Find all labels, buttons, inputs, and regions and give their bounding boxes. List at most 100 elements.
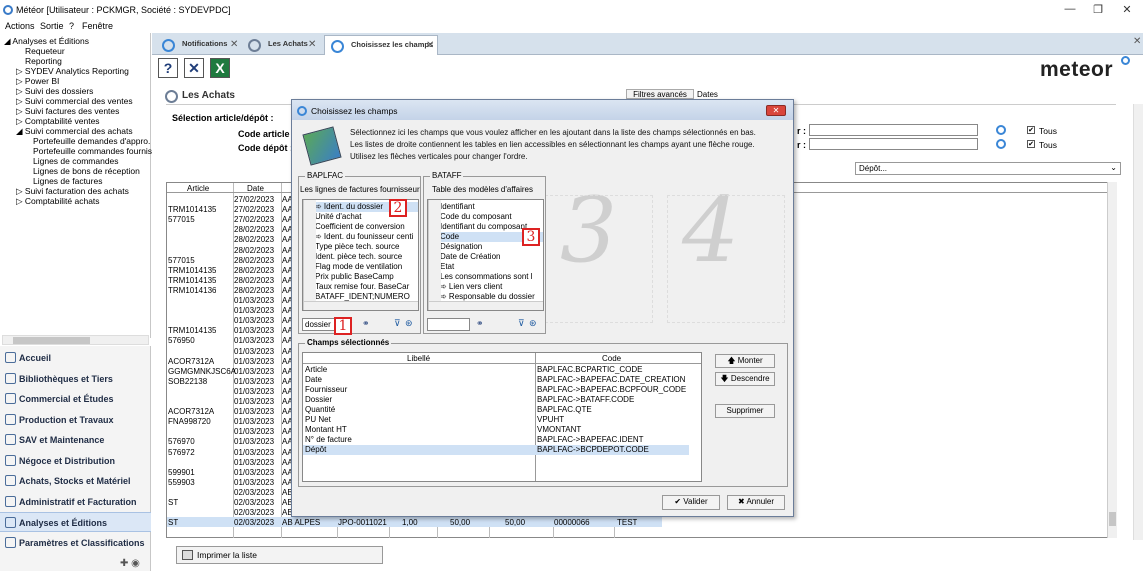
tree-item[interactable]: ▷ Comptabilité ventes bbox=[16, 116, 100, 126]
field-item[interactable]: Prix public BaseCamp bbox=[303, 272, 418, 282]
nav-item[interactable]: Achats, Stocks et Matériel bbox=[0, 471, 151, 491]
nav-item[interactable]: Analyses et Éditions bbox=[0, 512, 151, 532]
tree-item[interactable]: Portefeuille demandes d'appro. bbox=[33, 136, 150, 146]
field-item[interactable]: Code du composant bbox=[428, 212, 543, 222]
nav-item[interactable]: Paramètres et Classifications bbox=[0, 533, 151, 553]
field-item[interactable]: Identifiant bbox=[428, 202, 543, 212]
menu-sortie[interactable]: Sortie bbox=[40, 21, 64, 31]
tree-item[interactable]: Portefeuille commandes fourniss bbox=[33, 146, 156, 156]
nav-item[interactable]: Accueil bbox=[0, 348, 151, 368]
tab-les-achats[interactable]: Les Achats ✕ bbox=[242, 35, 322, 55]
validate-button[interactable]: ✔ Valider bbox=[662, 495, 720, 510]
selected-row[interactable]: Montant HT VMONTANT bbox=[303, 425, 689, 435]
tree-item[interactable]: Lignes de bons de réception bbox=[33, 166, 140, 176]
nav-item[interactable]: Administratif et Facturation bbox=[0, 492, 151, 512]
tree-item[interactable]: ▷ Suivi des dossiers bbox=[16, 86, 93, 96]
menu-fenetre[interactable]: Fenêtre bbox=[82, 21, 113, 31]
column-header-article[interactable]: Article bbox=[187, 184, 209, 193]
filter-input-2[interactable] bbox=[809, 138, 978, 150]
field-item[interactable]: Etat bbox=[428, 262, 543, 272]
delete-button[interactable]: Supprimer bbox=[715, 404, 775, 418]
field-item[interactable]: Coefficient de conversion bbox=[303, 222, 418, 232]
binoculars-icon[interactable]: ⚭ bbox=[362, 318, 370, 329]
tree-item[interactable]: Reporting bbox=[25, 56, 62, 66]
field-item[interactable]: Les consommations sont l bbox=[428, 272, 543, 282]
selected-row[interactable]: Dossier BAPLFAC->BATAFF.CODE bbox=[303, 395, 689, 405]
selected-row[interactable]: PU Net VPUHT bbox=[303, 415, 689, 425]
tree-item[interactable]: ◢ Analyses et Éditions bbox=[4, 36, 89, 46]
tree-item[interactable]: ▷ Suivi facturation des achats bbox=[16, 186, 129, 196]
selected-fields-table[interactable]: Libellé Code Article BAPLFAC.BCPARTIC_CODE D… bbox=[302, 352, 702, 482]
scroll-thumb[interactable] bbox=[13, 337, 90, 344]
field-item[interactable]: ➾ Lien vers client bbox=[428, 282, 543, 292]
field-item[interactable]: Flag mode de ventilation bbox=[303, 262, 418, 272]
scroll-thumb[interactable] bbox=[1109, 512, 1116, 526]
field-item[interactable]: Date de Création bbox=[428, 252, 543, 262]
print-list-button[interactable]: Imprimer la liste bbox=[176, 546, 383, 564]
table-row[interactable]: ST 02/03/2023 AB ALPES JPO-0011021 1,00 50,00… bbox=[167, 517, 662, 528]
tab-choisissez-les-champs[interactable]: Choisissez les champs ✕ bbox=[324, 35, 438, 55]
nav-item[interactable]: Production et Travaux bbox=[0, 410, 151, 430]
selected-row[interactable]: Quantité BAPLFAC.QTE bbox=[303, 405, 689, 415]
tree-horizontal-scrollbar[interactable] bbox=[2, 335, 149, 345]
field-search-input[interactable]: dossier bbox=[302, 318, 336, 331]
field-search-input-2[interactable] bbox=[427, 318, 470, 331]
tree-item[interactable]: ▷ Suivi factures des ventes bbox=[16, 106, 119, 116]
binoculars-icon[interactable]: ⚭ bbox=[476, 318, 484, 329]
pin-icon[interactable]: ✚ ◉ bbox=[120, 558, 140, 569]
selected-row[interactable]: Dépôt BAPLFAC->BCPDEPOT.CODE bbox=[303, 445, 689, 455]
up-arrow-icon[interactable]: ⊛ bbox=[405, 318, 413, 329]
lookup-icon[interactable] bbox=[996, 139, 1006, 149]
grid-vertical-scrollbar[interactable] bbox=[1107, 182, 1117, 538]
tous-checkbox-2[interactable]: ✔ bbox=[1027, 140, 1035, 148]
tab-filtres-avances[interactable]: Filtres avancés bbox=[626, 89, 694, 99]
menu-actions[interactable]: Actions bbox=[5, 21, 35, 31]
nav-item[interactable]: Négoce et Distribution bbox=[0, 451, 151, 471]
menu-help[interactable]: ? bbox=[69, 21, 74, 31]
help-button[interactable]: ? bbox=[158, 58, 178, 78]
column-header-date[interactable]: Date bbox=[247, 184, 264, 193]
selected-row[interactable]: Article BAPLFAC.BCPARTIC_CODE bbox=[303, 365, 689, 375]
nav-item[interactable]: Bibliothèques et Tiers bbox=[0, 369, 151, 389]
filter-input-1[interactable] bbox=[809, 124, 978, 136]
move-up-button[interactable]: 🡅 Monter bbox=[715, 354, 775, 368]
cancel-button[interactable]: ✖ Annuler bbox=[727, 495, 785, 510]
tree-item[interactable]: ▷ Power BI bbox=[16, 76, 59, 86]
maximize-button[interactable]: ❐ bbox=[1091, 3, 1105, 17]
close-all-icon[interactable]: ✕ bbox=[1133, 36, 1141, 47]
lookup-icon[interactable] bbox=[996, 125, 1006, 135]
nav-item[interactable]: Commercial et Études bbox=[0, 389, 151, 409]
close-window-button[interactable]: ✕ bbox=[1120, 3, 1134, 17]
down-arrow-icon[interactable]: ⊽ bbox=[394, 318, 401, 329]
tree-item[interactable]: Lignes de factures bbox=[33, 176, 102, 186]
field-item[interactable]: Ident. pièce tech. source bbox=[303, 252, 418, 262]
selected-row[interactable]: Fournisseur BAPLFAC->BAPEFAC.BCPFOUR_CODE bbox=[303, 385, 689, 395]
minimize-button[interactable]: — bbox=[1063, 3, 1077, 17]
close-tab-icon[interactable]: ✕ bbox=[426, 40, 434, 51]
tab-notifications[interactable]: Notifications ✕ bbox=[156, 35, 240, 55]
excel-export-button[interactable]: X bbox=[210, 58, 230, 78]
list-scrollbar[interactable] bbox=[303, 200, 316, 310]
field-item[interactable]: Type pièce tech. source bbox=[303, 242, 418, 252]
move-down-button[interactable]: 🡇 Descendre bbox=[715, 372, 775, 386]
bataff-field-list[interactable]: Identifiant Code du composant Identifiant … bbox=[427, 199, 544, 311]
down-arrow-icon[interactable]: ⊽ bbox=[518, 318, 525, 329]
selected-row[interactable]: Date BAPLFAC->BAPEFAC.DATE_CREATION bbox=[303, 375, 689, 385]
close-button[interactable]: ✕ bbox=[184, 58, 204, 78]
page-scrollbar[interactable] bbox=[1133, 104, 1143, 540]
tree-item[interactable]: Lignes de commandes bbox=[33, 156, 119, 166]
dialog-close-button[interactable]: ✕ bbox=[766, 105, 786, 116]
tree-item[interactable]: ▷ Suivi commercial des ventes bbox=[16, 96, 133, 106]
up-arrow-icon[interactable]: ⊛ bbox=[529, 318, 537, 329]
selected-row[interactable]: N° de facture BAPLFAC->BAPEFAC.IDENT bbox=[303, 435, 689, 445]
list-hscrollbar[interactable] bbox=[303, 301, 418, 310]
depot-select[interactable]: Dépôt... ⌄ bbox=[855, 162, 1121, 175]
tree-item[interactable]: ◢ Suivi commercial des achats bbox=[16, 126, 133, 136]
field-item[interactable]: ➾ Ident. du founisseur centi bbox=[303, 232, 418, 242]
list-hscrollbar[interactable] bbox=[428, 301, 543, 310]
tab-dates[interactable]: Dates bbox=[694, 90, 724, 99]
close-tab-icon[interactable]: ✕ bbox=[230, 39, 238, 50]
tree-item[interactable]: ▷ Comptabilité achats bbox=[16, 196, 100, 206]
list-scrollbar[interactable] bbox=[428, 200, 441, 310]
close-tab-icon[interactable]: ✕ bbox=[308, 39, 316, 50]
